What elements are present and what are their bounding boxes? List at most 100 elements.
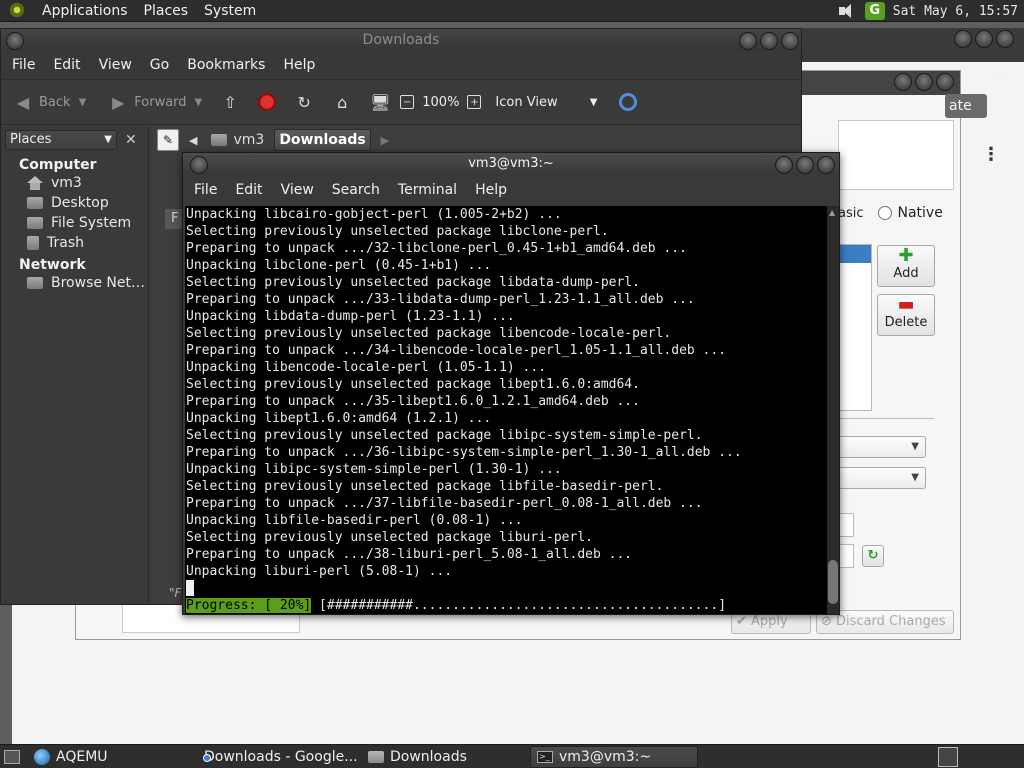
add-button[interactable]: ✚ Add — [877, 245, 935, 287]
window-menu-button[interactable] — [190, 155, 208, 174]
task-downloads-folder[interactable]: Downloads — [362, 746, 526, 768]
radio-basic-label[interactable]: asic — [838, 206, 864, 221]
network-icon — [27, 277, 43, 289]
terminal-menu-file[interactable]: File — [185, 182, 226, 198]
window-menu-button[interactable] — [6, 32, 24, 50]
clock[interactable]: Sat May 6, 15:57 — [893, 4, 1018, 19]
text-field-2[interactable] — [838, 544, 854, 568]
view-mode-select[interactable]: Icon View ▼ — [491, 95, 601, 110]
sidebar-item-vm3[interactable]: vm3 — [1, 173, 148, 193]
forward-label: Forward — [134, 94, 187, 110]
zoom-in-icon[interactable]: + — [467, 95, 482, 109]
terminal-window: vm3@vm3:~ File Edit View Search Terminal… — [182, 152, 840, 615]
radio-native[interactable] — [877, 206, 892, 220]
reload-icon[interactable]: ↻ — [294, 92, 314, 112]
maximize-button[interactable] — [915, 73, 933, 91]
update-button[interactable]: ate — [945, 94, 987, 118]
text-field-1[interactable] — [838, 513, 854, 537]
minimize-button[interactable] — [954, 30, 972, 48]
status-fragment: "F — [169, 586, 182, 600]
chevron-down-icon: ▼ — [911, 472, 919, 483]
sidebar-selector[interactable]: Places ▼ — [5, 130, 117, 150]
minimize-button[interactable] — [894, 73, 912, 91]
close-sidebar-icon[interactable]: ✕ — [125, 132, 137, 148]
path-label: vm3 — [233, 132, 265, 148]
aqemu-icon — [34, 748, 50, 765]
more-options-icon[interactable]: ⋮ — [982, 146, 1000, 164]
back-button[interactable]: ◀ Back ▼ — [9, 92, 90, 112]
terminal-scrollbar[interactable]: ▲ — [827, 206, 839, 614]
home-icon[interactable]: ⌂ — [332, 92, 352, 112]
maximize-button[interactable] — [975, 30, 993, 48]
task-google-chrome[interactable]: Downloads - Google... — [192, 746, 358, 768]
scroll-up-icon[interactable]: ▲ — [829, 208, 835, 217]
dropdown-1[interactable]: ▼ — [838, 436, 926, 458]
refresh-button[interactable]: ↻ — [862, 545, 884, 567]
task-terminal[interactable]: >_ vm3@vm3:~ — [530, 745, 698, 768]
scrollbar-thumb[interactable] — [828, 560, 838, 604]
system-menu[interactable]: System — [196, 0, 264, 22]
item-list[interactable] — [838, 244, 872, 411]
menu-edit[interactable]: Edit — [44, 57, 89, 73]
back-history-dropdown-icon[interactable]: ▼ — [79, 97, 87, 108]
forward-history-dropdown-icon[interactable]: ▼ — [195, 97, 203, 108]
zoom-out-icon[interactable]: − — [400, 95, 415, 109]
up-arrow-icon[interactable]: ⇧ — [220, 92, 240, 112]
stop-icon[interactable] — [258, 93, 277, 111]
update-indicator-icon[interactable]: G — [864, 2, 885, 20]
close-button[interactable] — [817, 155, 835, 174]
file-manager-titlebar[interactable]: Downloads — [1, 29, 801, 51]
workspace-switcher[interactable] — [938, 747, 958, 767]
menu-go[interactable]: Go — [141, 57, 178, 73]
forward-button[interactable]: ▶ Forward ▼ — [104, 92, 206, 112]
computer-icon[interactable]: 🖥 — [370, 92, 390, 112]
refresh-icon: ↻ — [867, 548, 879, 563]
minimize-button[interactable] — [775, 155, 793, 174]
distro-logo-icon[interactable] — [8, 0, 28, 21]
path-right-arrow-icon[interactable]: ▶ — [377, 134, 393, 147]
terminal-menu-view[interactable]: View — [272, 182, 323, 198]
terminal-screen[interactable]: Unpacking libcairo-gobject-perl (1.005-2… — [185, 206, 827, 614]
show-desktop-button[interactable] — [0, 745, 24, 768]
menu-help[interactable]: Help — [274, 57, 324, 73]
terminal-line: Selecting previously unselected package … — [186, 428, 703, 443]
sidebar-item-trash[interactable]: Trash — [1, 233, 148, 253]
terminal-line: Preparing to unpack .../33-libdata-dump-… — [186, 292, 695, 307]
radio-native-label[interactable]: Native — [898, 205, 943, 221]
terminal-menu-terminal[interactable]: Terminal — [389, 182, 466, 198]
places-menu[interactable]: Places — [136, 0, 197, 22]
task-aqemu[interactable]: AQEMU — [28, 746, 188, 768]
maximize-button[interactable] — [760, 32, 778, 50]
path-button-downloads[interactable]: Downloads — [274, 129, 371, 151]
terminal-menu-edit[interactable]: Edit — [226, 182, 271, 198]
edit-location-icon[interactable]: ✎ — [157, 129, 179, 151]
path-button-vm3[interactable]: vm3 — [207, 129, 268, 151]
volume-icon[interactable] — [837, 2, 857, 20]
path-left-arrow-icon[interactable]: ◀ — [185, 134, 201, 147]
terminal-titlebar[interactable]: vm3@vm3:~ — [183, 153, 839, 175]
selected-list-row[interactable] — [839, 245, 871, 263]
terminal-menu-search[interactable]: Search — [323, 182, 389, 198]
sidebar-item-label: File System — [51, 215, 132, 231]
close-button[interactable] — [781, 32, 799, 50]
close-button[interactable] — [996, 30, 1014, 48]
applications-menu[interactable]: Applications — [34, 0, 136, 22]
close-button[interactable] — [936, 73, 954, 91]
chevron-down-icon[interactable]: ⌄ — [993, 62, 1006, 81]
sidebar-item-browse-network[interactable]: Browse Net… — [1, 273, 148, 293]
terminal-menu-help[interactable]: Help — [466, 182, 516, 198]
minimize-button[interactable] — [739, 32, 757, 50]
terminal-menubar: File Edit View Search Terminal Help — [183, 175, 839, 205]
delete-button[interactable]: ▬ Delete — [877, 294, 935, 336]
maximize-button[interactable] — [796, 155, 814, 174]
menu-bookmarks[interactable]: Bookmarks — [178, 57, 274, 73]
terminal-line: Selecting previously unselected package … — [186, 377, 640, 392]
sidebar-item-label: vm3 — [51, 175, 82, 191]
plus-icon: ✚ — [898, 245, 914, 266]
dropdown-2[interactable]: ▼ — [838, 467, 926, 489]
search-icon[interactable] — [619, 93, 638, 111]
sidebar-item-desktop[interactable]: Desktop — [1, 193, 148, 213]
menu-view[interactable]: View — [90, 57, 141, 73]
sidebar-item-file-system[interactable]: File System — [1, 213, 148, 233]
menu-file[interactable]: File — [3, 57, 44, 73]
